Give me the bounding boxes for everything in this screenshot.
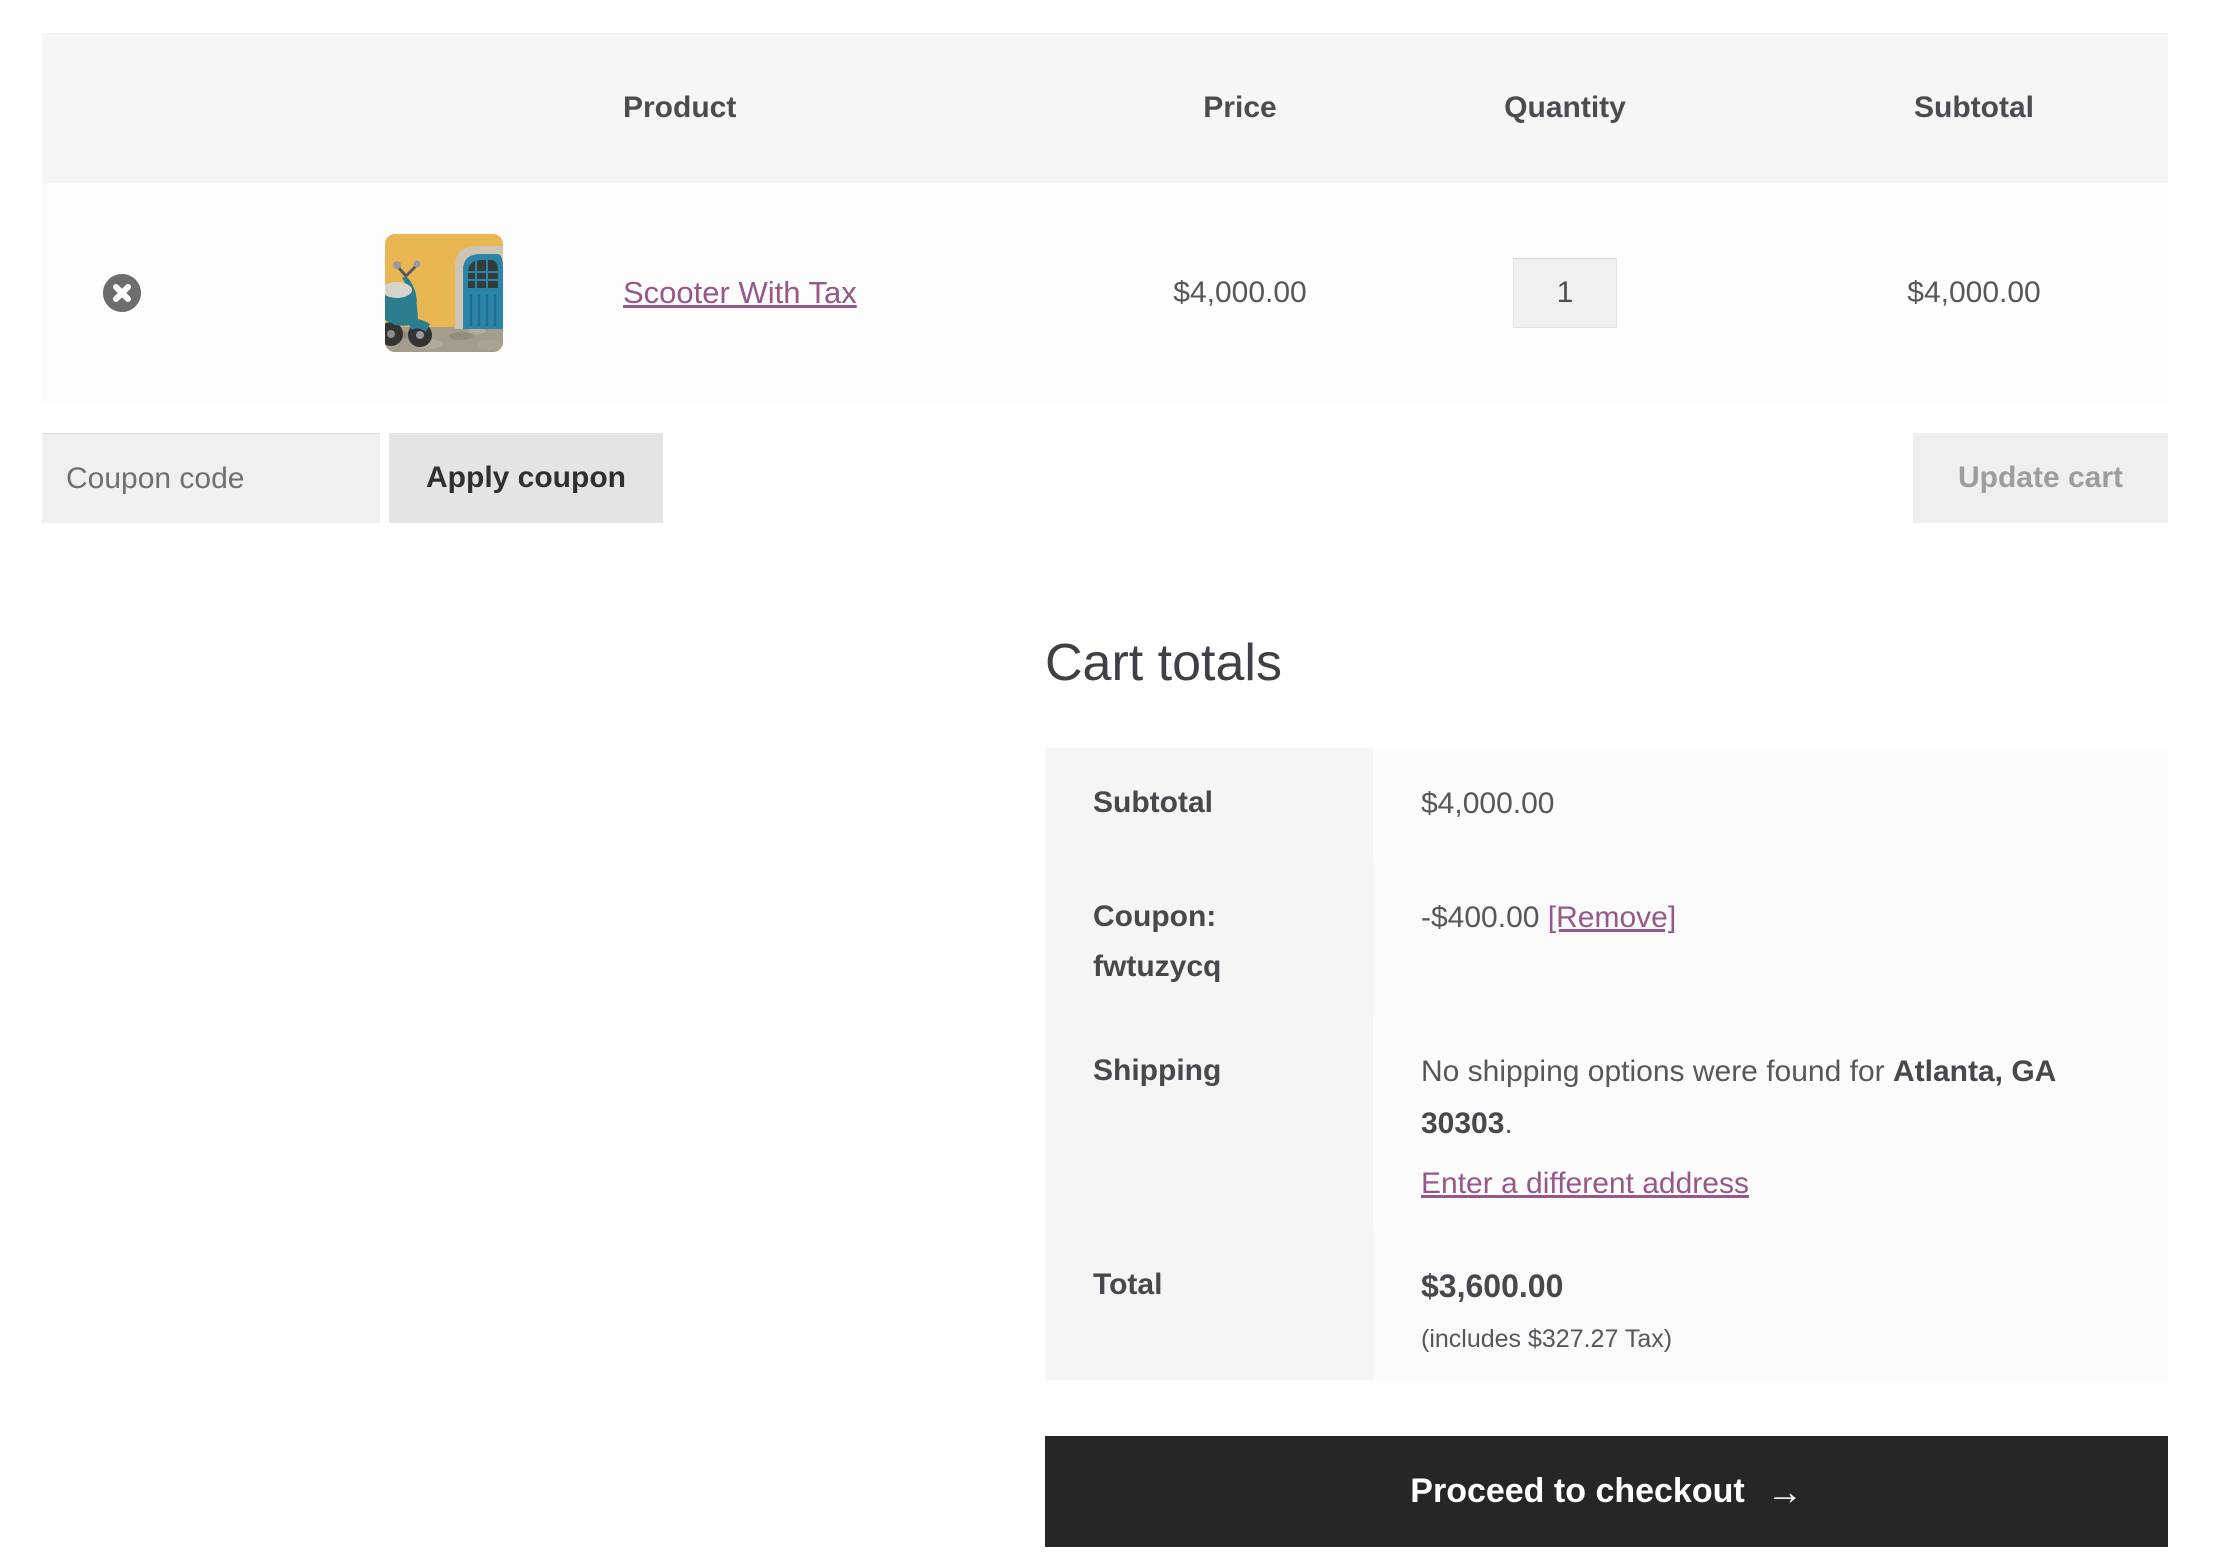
subtotal-row: Subtotal $4,000.00 (1045, 748, 2168, 862)
coupon-label-line1: Coupon: (1093, 900, 1217, 933)
shipping-value: No shipping options were found for Atlan… (1373, 1016, 2168, 1230)
cart-totals-table: Subtotal $4,000.00 Coupon: fwtuzycq -$40… (1045, 748, 2168, 1380)
proceed-to-checkout-label: Proceed to checkout (1410, 1472, 1745, 1510)
right-arrow-icon: → (1766, 1470, 1803, 1512)
total-label: Total (1045, 1230, 1373, 1380)
apply-coupon-button[interactable]: Apply coupon (389, 433, 663, 523)
remove-item-button[interactable] (103, 273, 141, 312)
shipping-message: No shipping options were found for Atlan… (1421, 1046, 2101, 1150)
shipping-label: Shipping (1045, 1016, 1373, 1230)
total-amount: $3,600.00 (1421, 1268, 1564, 1304)
item-subtotal: $4,000.00 (1907, 275, 2041, 309)
enter-different-address-link[interactable]: Enter a different address (1421, 1158, 1749, 1210)
total-row: Total $3,600.00 (includes $327.27 Tax) (1045, 1230, 2168, 1380)
coupon-label-line2: fwtuzycq (1093, 950, 1222, 983)
product-thumbnail-link[interactable] (385, 233, 503, 352)
quantity-input[interactable] (1513, 257, 1617, 328)
coupon-code-input[interactable] (42, 433, 380, 523)
remove-cell (42, 273, 345, 312)
cart-totals-title: Cart totals (1045, 634, 1282, 692)
remove-coupon-link[interactable]: [Remove] (1548, 901, 1676, 934)
shipping-message-suffix: . (1504, 1107, 1513, 1140)
coupon-discount-amount: -$400.00 (1421, 901, 1548, 934)
coupon-bar: Apply coupon Update cart (42, 433, 2168, 523)
header-product: Product (623, 91, 737, 124)
coupon-row: Coupon: fwtuzycq -$400.00 [Remove] (1045, 862, 2168, 1016)
subtotal-label: Subtotal (1045, 748, 1373, 862)
cart-items-table: Product Price Quantity Subtotal Scooter … (42, 33, 2168, 402)
quantity-cell (1350, 257, 1780, 328)
cart-table-header: Product Price Quantity Subtotal (42, 33, 2168, 183)
header-price: Price (1203, 91, 1277, 124)
header-quantity: Quantity (1504, 91, 1626, 124)
product-name-link[interactable]: Scooter With Tax (623, 275, 857, 310)
shipping-message-prefix: No shipping options were found for (1421, 1055, 1893, 1088)
total-value: $3,600.00 (includes $327.27 Tax) (1373, 1230, 2168, 1380)
header-subtotal: Subtotal (1914, 91, 2034, 124)
coupon-label: Coupon: fwtuzycq (1045, 862, 1373, 1016)
shipping-row: Shipping No shipping options were found … (1045, 1016, 2168, 1230)
tax-note: (includes $327.27 Tax) (1421, 1325, 1673, 1353)
subtotal-value: $4,000.00 (1373, 748, 2168, 862)
product-thumbnail-image (385, 233, 503, 352)
cart-item-row: Scooter With Tax $4,000.00 $4,000.00 (42, 183, 2168, 402)
thumbnail-cell (345, 233, 607, 352)
coupon-value: -$400.00 [Remove] (1373, 862, 2168, 1016)
circle-x-icon (103, 273, 141, 312)
update-cart-button[interactable]: Update cart (1913, 433, 2168, 523)
product-name-cell: Scooter With Tax (607, 275, 1130, 311)
item-price: $4,000.00 (1173, 275, 1307, 309)
proceed-to-checkout-button[interactable]: Proceed to checkout → (1045, 1436, 2168, 1547)
